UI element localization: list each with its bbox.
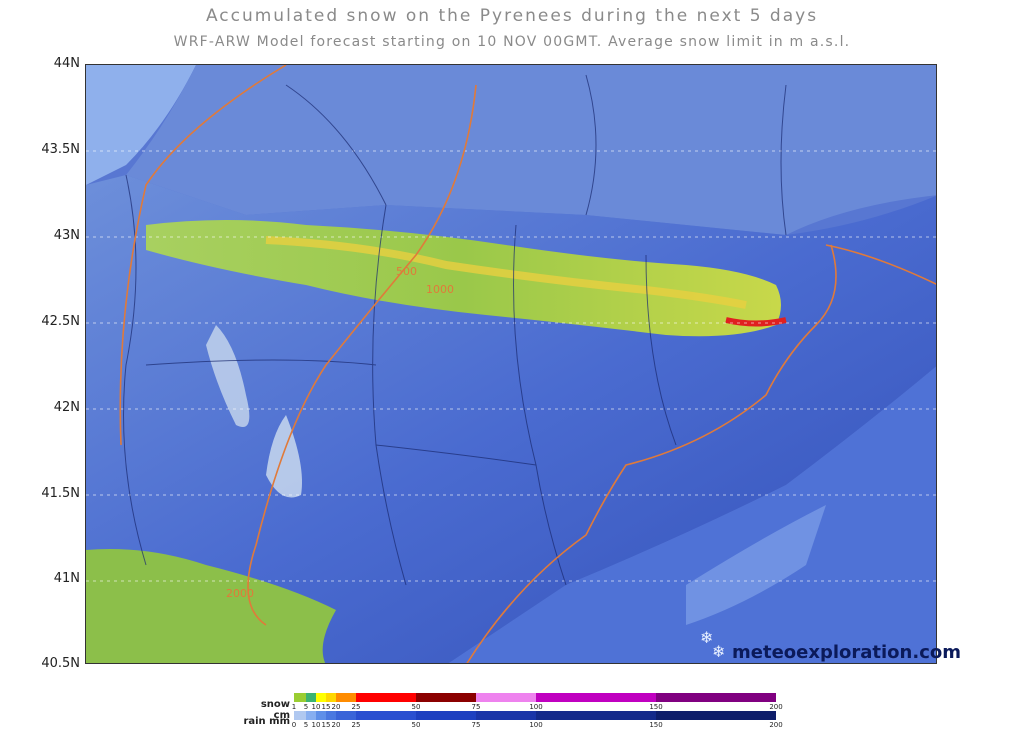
lat-tick-43-5: 43.5N bbox=[41, 142, 80, 157]
snow-legend-tick: 25 bbox=[351, 703, 361, 711]
rain-legend-tick: 20 bbox=[331, 721, 341, 729]
rain-legend-swatch bbox=[326, 711, 336, 720]
rain-legend-tick: 5 bbox=[303, 721, 309, 729]
snow-legend-swatch bbox=[326, 693, 336, 702]
rain-legend-tick: 150 bbox=[649, 721, 663, 729]
rain-legend-tick: 15 bbox=[321, 721, 331, 729]
lat-tick-40-5: 40.5N bbox=[41, 656, 80, 671]
snow-legend-swatch bbox=[336, 693, 356, 702]
contour-label-2000: 2000 bbox=[226, 587, 254, 600]
rain-legend-tick: 50 bbox=[411, 721, 421, 729]
snowflake-icon-2: ❄ bbox=[712, 642, 726, 661]
snow-legend-swatch bbox=[416, 693, 476, 702]
snow-legend-bar: 1 5 10 15 20 25 50 75 100 150 200 bbox=[291, 693, 783, 711]
rain-legend-swatch bbox=[294, 711, 306, 720]
snow-legend-swatch bbox=[356, 693, 416, 702]
snow-legend-tick: 10 bbox=[311, 703, 321, 711]
lat-tick-44: 44N bbox=[53, 56, 80, 71]
rain-legend-tick: 10 bbox=[311, 721, 321, 729]
lat-tick-42: 42N bbox=[53, 400, 80, 415]
lat-tick-41: 41N bbox=[53, 571, 80, 586]
lat-tick-43: 43N bbox=[53, 228, 80, 243]
rain-legend-swatch bbox=[416, 711, 476, 720]
snow-legend-tick: 50 bbox=[411, 703, 421, 711]
rain-legend-label: rain mm bbox=[243, 716, 290, 727]
snow-legend-swatch bbox=[316, 693, 326, 702]
contour-label-1000: 1000 bbox=[426, 283, 454, 296]
lat-tick-41-5: 41.5N bbox=[41, 486, 80, 501]
snow-legend-tick: 15 bbox=[321, 703, 331, 711]
rain-legend-tick: 25 bbox=[351, 721, 361, 729]
pyrenees-peaks-red bbox=[725, 317, 787, 327]
snow-legend-swatch bbox=[476, 693, 536, 702]
rain-legend-tick: 200 bbox=[769, 721, 783, 729]
rain-legend-swatch bbox=[306, 711, 316, 720]
snow-legend-swatch bbox=[536, 693, 656, 702]
snow-legend-tick: 150 bbox=[649, 703, 663, 711]
rain-legend-swatch bbox=[316, 711, 326, 720]
snow-legend-tick: 200 bbox=[769, 703, 783, 711]
snow-legend-swatch bbox=[294, 693, 306, 702]
map-subtitle: WRF-ARW Model forecast starting on 10 NO… bbox=[173, 34, 851, 50]
contour-label-500: 500 bbox=[396, 265, 417, 278]
rain-legend-bar: 0 5 10 15 20 25 50 75 100 150 200 bbox=[291, 711, 783, 729]
map-panel[interactable]: 500 1000 2000 bbox=[85, 64, 937, 664]
rain-legend-swatch bbox=[656, 711, 776, 720]
rain-legend-swatch bbox=[476, 711, 536, 720]
snow-legend-tick: 100 bbox=[529, 703, 543, 711]
watermark: meteoexploration.com bbox=[732, 642, 961, 663]
snow-legend-swatch bbox=[306, 693, 316, 702]
map-canvas: 500 1000 2000 bbox=[86, 65, 936, 663]
rain-legend-tick: 0 bbox=[291, 721, 297, 729]
snow-legend-tick: 5 bbox=[303, 703, 309, 711]
rain-legend-swatch bbox=[356, 711, 416, 720]
snow-legend-tick: 75 bbox=[471, 703, 481, 711]
rain-legend-tick: 75 bbox=[471, 721, 481, 729]
rain-legend-swatch bbox=[536, 711, 656, 720]
snow-legend-tick: 20 bbox=[331, 703, 341, 711]
snow-legend-tick: 1 bbox=[291, 703, 297, 711]
lat-tick-42-5: 42.5N bbox=[41, 314, 80, 329]
france-land bbox=[126, 65, 936, 235]
map-title: Accumulated snow on the Pyrenees during … bbox=[205, 6, 819, 26]
rain-legend-swatch bbox=[336, 711, 356, 720]
snow-legend-swatch bbox=[656, 693, 776, 702]
rain-legend-tick: 100 bbox=[529, 721, 543, 729]
